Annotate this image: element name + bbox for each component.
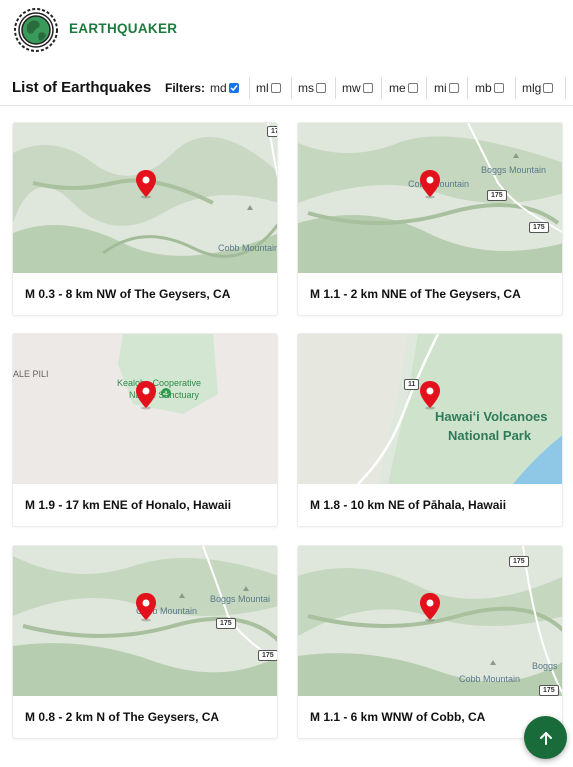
map-label: Boggs Mountai <box>210 594 271 604</box>
earth-logo-icon[interactable] <box>11 7 61 53</box>
filter-divider <box>515 77 516 99</box>
road-badge: 175 <box>216 618 236 629</box>
map-thumbnail[interactable]: Boggs Mountain Cobb Mountain 175 175 <box>298 123 562 273</box>
filter-label: md <box>210 81 227 95</box>
filter-label: mi <box>434 81 447 95</box>
arrow-up-icon <box>539 731 552 745</box>
filter-mi[interactable]: mi <box>434 79 459 97</box>
filter-label: ml <box>256 81 269 95</box>
card-title[interactable]: M 0.8 - 2 km N of The Geysers, CA <box>25 710 219 724</box>
filter-divider <box>291 77 292 99</box>
filter-label: mb <box>475 81 492 95</box>
filter-checkbox[interactable] <box>270 83 281 93</box>
earthquake-card[interactable]: ALE PILI Kealoha Cooperative Nature Sanc… <box>12 333 278 527</box>
map-pin-icon[interactable] <box>419 592 441 622</box>
map-thumbnail[interactable]: Boggs Mountai Cobb Mountain 175 175 <box>13 546 277 696</box>
map-pin-icon[interactable] <box>419 380 441 410</box>
filter-divider <box>381 77 382 99</box>
filter-divider <box>426 77 427 99</box>
filter-checkbox[interactable] <box>316 83 326 93</box>
road-badge: 175 <box>258 650 277 661</box>
earthquake-card[interactable]: 17 Cobb Mountain M 0.3 - 8 km NW of The … <box>12 122 278 316</box>
map-thumbnail[interactable]: 11 Hawaiʻi Volcanoes National Park <box>298 334 562 484</box>
card-title[interactable]: M 0.3 - 8 km NW of The Geysers, CA <box>25 287 230 301</box>
filter-ml[interactable]: ml <box>256 79 281 97</box>
filter-label: me <box>389 81 406 95</box>
filter-md[interactable]: md <box>210 79 239 97</box>
filter-divider <box>565 77 566 99</box>
filter-checkbox[interactable] <box>448 83 459 93</box>
filter-mlg[interactable]: mlg <box>522 79 554 97</box>
filter-ms[interactable]: ms <box>298 79 326 97</box>
filter-mb[interactable]: mb <box>475 79 504 97</box>
map-thumbnail[interactable]: 17 Cobb Mountain <box>13 123 278 273</box>
map-label: Boggs <box>532 661 558 671</box>
earthquake-card[interactable]: Boggs Mountain Cobb Mountain 175 175 M 1… <box>297 122 563 316</box>
map-pin-icon[interactable] <box>135 380 157 410</box>
map-label: Cobb Mountain <box>459 674 521 684</box>
road-badge: 11 <box>404 379 420 390</box>
map-label: National Park <box>448 428 532 443</box>
mountain-icon <box>247 205 253 210</box>
map-label: Kealoha Cooperative <box>117 378 202 388</box>
map-label: Boggs Mountain <box>481 165 547 175</box>
app-header: EARTHQUAKER <box>0 0 573 60</box>
card-title[interactable]: M 1.9 - 17 km ENE of Honalo, Hawaii <box>25 498 231 512</box>
filter-checkbox[interactable] <box>493 83 504 93</box>
filter-checkbox[interactable] <box>543 83 554 93</box>
filters-label: Filters: <box>165 81 206 95</box>
mountain-icon <box>513 153 519 158</box>
filter-divider <box>467 77 468 99</box>
map-pin-icon[interactable] <box>135 592 157 622</box>
filter-checkbox[interactable] <box>362 83 373 93</box>
filter-divider <box>249 77 250 99</box>
filter-me[interactable]: me <box>389 79 418 97</box>
road-badge: 175 <box>509 556 529 567</box>
map-pin-icon[interactable] <box>135 169 157 199</box>
earthquake-card[interactable]: 175 Boggs Cobb Mountain 175 M 1.1 - 6 km… <box>297 545 563 739</box>
map-thumbnail[interactable]: ALE PILI Kealoha Cooperative Nature Sanc… <box>13 334 277 484</box>
map-thumbnail[interactable]: 175 Boggs Cobb Mountain 175 <box>298 546 562 696</box>
map-pin-icon[interactable] <box>419 169 441 199</box>
filter-divider <box>335 77 336 99</box>
card-title[interactable]: M 1.1 - 6 km WNW of Cobb, CA <box>310 710 485 724</box>
filter-label: ms <box>298 81 314 95</box>
earthquake-card[interactable]: 11 Hawaiʻi Volcanoes National Park M 1.8… <box>297 333 563 527</box>
mountain-icon <box>490 660 496 665</box>
filter-label: mw <box>342 81 361 95</box>
mountain-icon <box>243 586 249 591</box>
card-title[interactable]: M 1.1 - 2 km NNE of The Geysers, CA <box>310 287 521 301</box>
filter-label: mlg <box>522 81 542 95</box>
map-label: Hawaiʻi Volcanoes <box>435 409 548 424</box>
road-badge: 17 <box>267 126 277 137</box>
filter-checkbox-checked[interactable] <box>228 83 239 93</box>
map-label: ALE PILI <box>13 369 49 379</box>
road-badge: 175 <box>529 222 549 233</box>
mountain-icon <box>179 593 185 598</box>
filter-checkbox[interactable] <box>407 83 418 93</box>
scroll-to-top-button[interactable] <box>524 716 567 759</box>
card-title[interactable]: M 1.8 - 10 km NE of Pāhala, Hawaii <box>310 498 506 512</box>
map-label: Cobb Mountain <box>218 243 278 253</box>
brand-name[interactable]: EARTHQUAKER <box>69 21 177 36</box>
earthquake-card[interactable]: Boggs Mountai Cobb Mountain 175 175 M 0.… <box>12 545 278 739</box>
list-title: List of Earthquakes <box>12 79 152 96</box>
filter-toolbar: List of Earthquakes Filters: md ml ms mw… <box>0 70 573 106</box>
filter-mw[interactable]: mw <box>342 79 373 97</box>
road-badge: 175 <box>539 685 559 696</box>
road-badge: 175 <box>487 190 507 201</box>
